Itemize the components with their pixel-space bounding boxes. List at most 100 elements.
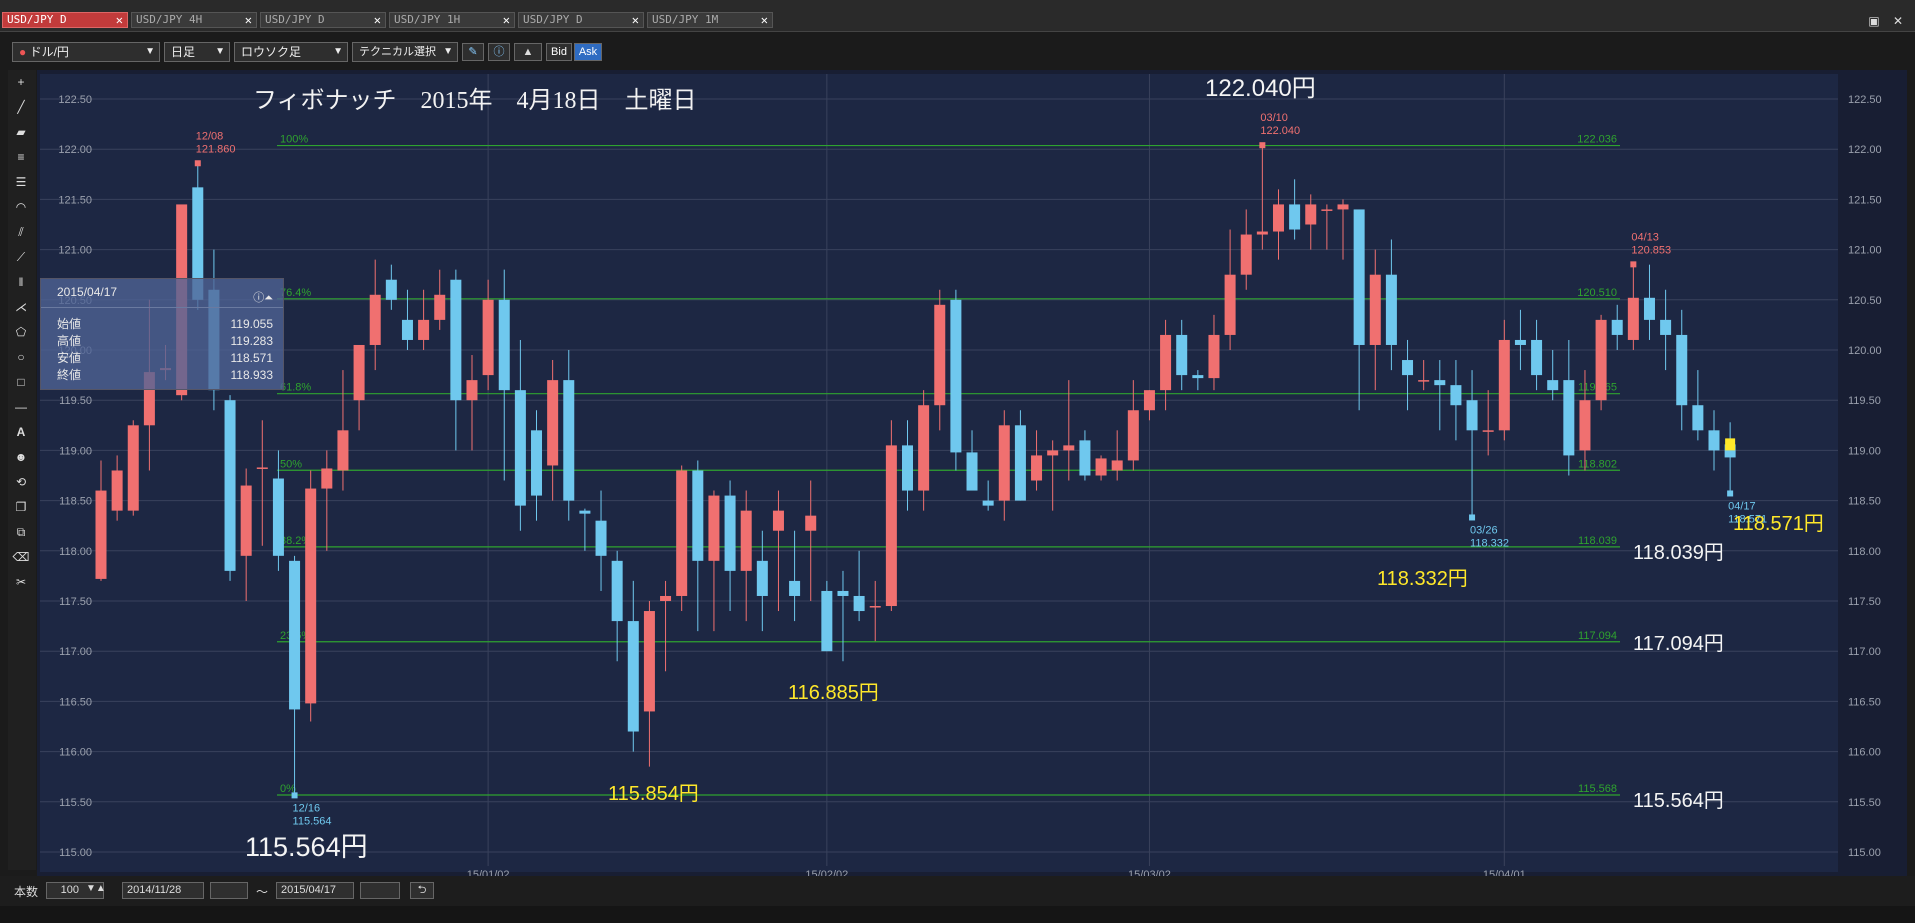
candle-body [1192, 375, 1204, 379]
info-collapse-icon[interactable]: ⓘ⏶ [253, 285, 273, 311]
candle-body [1692, 405, 1704, 431]
y-tick-label-left: 115.00 [59, 847, 92, 859]
marker-dot [1469, 514, 1476, 521]
to-time-input[interactable] [360, 882, 400, 899]
y-tick-label-right: 116.50 [1848, 696, 1881, 708]
candle-body [950, 299, 962, 453]
candle-body [660, 595, 672, 601]
from-date-input[interactable]: 2014/11/28 [122, 882, 204, 899]
candle-body [1643, 297, 1655, 320]
candle-body [966, 452, 978, 491]
candle-body [1466, 400, 1478, 431]
candlestick-chart[interactable]: 122.50 122.50 122.00 122.00 121.50 121.50 121.… [0, 0, 1915, 923]
ohlc-label: 終値 [57, 368, 82, 382]
marker-date: 12/16 [293, 802, 321, 814]
candle-body [885, 445, 897, 607]
candle-body [385, 279, 397, 300]
price-annotation: 115.854円 [608, 783, 699, 805]
y-tick-label-left: 119.50 [59, 395, 92, 407]
candle-body [853, 595, 865, 612]
ohlc-value: 118.933 [230, 368, 274, 382]
candle-body [1127, 410, 1139, 461]
marker-dot [291, 792, 298, 799]
candle-body [1240, 234, 1252, 275]
candle-body [676, 470, 688, 596]
candle-body [708, 495, 720, 561]
y-tick-label-right: 117.00 [1848, 646, 1881, 658]
y-tick-label-left: 122.00 [58, 144, 92, 156]
candle-body [1256, 231, 1268, 235]
ohlc-label: 高値 [57, 334, 82, 348]
candle-body [401, 319, 413, 340]
price-annotation: 118.039円 [1633, 542, 1724, 564]
candle-body [579, 510, 591, 514]
from-date: 2014/11/28 [127, 884, 182, 896]
y-tick-label-right: 117.50 [1848, 596, 1881, 608]
fib-value-label: 120.510 [1577, 287, 1617, 299]
count-value: 100 [60, 884, 79, 896]
y-tick-label-right: 120.00 [1848, 345, 1882, 357]
candle-body [1595, 319, 1607, 401]
candle-body [482, 299, 494, 376]
candle-body [547, 380, 559, 466]
chart-title: フィボナッチ 2015年 4月18日 土曜日 [253, 87, 697, 114]
marker-price: 115.564 [293, 815, 332, 827]
candle-body [418, 319, 430, 340]
candle-body [805, 515, 817, 531]
candle-body [95, 490, 107, 579]
candle-body [1063, 445, 1075, 451]
y-tick-label-right: 115.50 [1848, 797, 1881, 809]
candle-body [934, 304, 946, 406]
candle-body [127, 425, 139, 511]
y-tick-label-left: 117.00 [59, 646, 92, 658]
y-tick-label-right: 115.00 [1848, 847, 1881, 859]
ohlc-value: 119.283 [230, 334, 274, 348]
infobox-header: 2015/04/17 ⓘ⏶ [41, 279, 283, 308]
ohlc-label: 始値 [57, 317, 82, 331]
marker-price: 120.853 [1631, 244, 1671, 256]
range-tilde: 〜 [256, 885, 269, 899]
candle-body [1531, 339, 1543, 376]
candle-body [1337, 204, 1349, 210]
candle-body [740, 510, 752, 571]
candle-body [514, 390, 526, 506]
y-tick-label-left: 116.50 [59, 696, 92, 708]
infobox-date: 2015/04/17 [57, 285, 118, 299]
status-bar [0, 906, 1915, 923]
candle-body [1353, 209, 1365, 345]
count-stepper-icon[interactable]: ▼▲ [86, 883, 106, 894]
candle-body [466, 380, 478, 401]
candle-body [1514, 339, 1526, 345]
y-tick-label-right: 121.50 [1848, 194, 1882, 206]
marker-dot [1259, 142, 1266, 149]
to-date-input[interactable]: 2015/04/17 [276, 882, 354, 899]
refresh-button[interactable]: ⮌ [410, 882, 434, 899]
candle-body [789, 580, 801, 596]
candle-body [1272, 204, 1284, 232]
infobox-row-open: 始値 119.055 [41, 316, 283, 333]
fib-value-label: 115.568 [1578, 783, 1617, 795]
from-time-input[interactable] [210, 882, 248, 899]
fib-value-label: 118.802 [1578, 458, 1617, 470]
y-tick-label-left: 118.50 [59, 496, 92, 508]
infobox-row-low: 安値 118.571 [41, 350, 283, 367]
count-label: 本数 [14, 885, 39, 899]
candle-body [256, 467, 268, 469]
ohlc-infobox[interactable]: 2015/04/17 ⓘ⏶ 始値 119.055 高値 119.283 安値 118.5… [40, 278, 284, 390]
marker-date: 04/13 [1631, 231, 1659, 243]
candle-body [1450, 385, 1462, 406]
candle-body [1579, 400, 1591, 451]
fib-pct-label: 61.8% [280, 382, 311, 394]
price-annotation: 116.885円 [788, 682, 879, 704]
candle-body [450, 279, 462, 401]
to-date: 2015/04/17 [281, 884, 337, 896]
current-candle-marker [1725, 438, 1736, 451]
candle-body [563, 380, 575, 501]
candle-body [982, 500, 994, 506]
marker-price: 121.860 [196, 143, 236, 155]
candle-body [1369, 274, 1381, 345]
fib-pct-label: 76.4% [280, 287, 311, 299]
fib-value-label: 118.039 [1578, 535, 1617, 547]
candle-body [1208, 334, 1220, 379]
y-tick-label-left: 116.00 [59, 747, 92, 759]
